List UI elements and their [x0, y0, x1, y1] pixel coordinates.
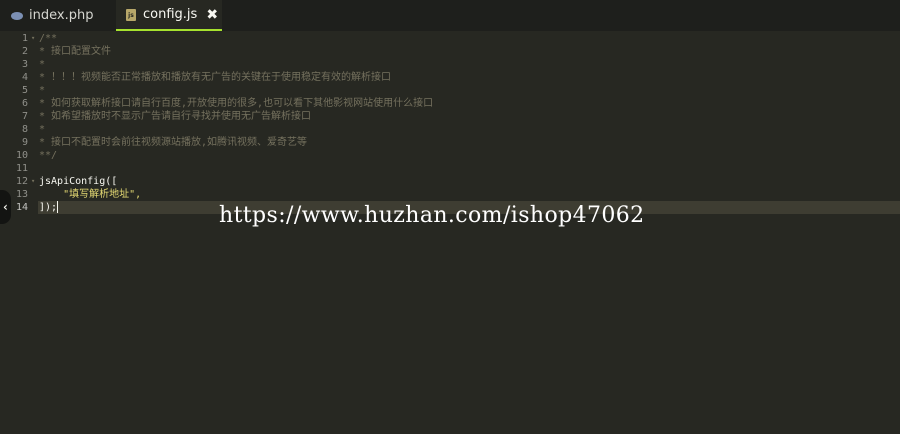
code-line: * ！！！视频能否正常播放和播放有无广告的关键在于使用稳定有效的解析接口	[39, 71, 391, 84]
code-line-text: ]);	[39, 202, 58, 213]
code-line: * 如何获取解析接口请自行百度,开放使用的很多,也可以看下其他影视网站使用什么接…	[39, 97, 433, 110]
code-line: jsApiConfig([	[39, 175, 117, 188]
line-number: 12	[15, 176, 28, 187]
tab-label: index.php	[29, 8, 94, 23]
fold-arrow-icon[interactable]: ▾	[31, 175, 35, 188]
code-line: "填写解析地址",	[39, 188, 141, 201]
line-number: 11	[15, 163, 28, 174]
line-number: 2	[21, 46, 28, 57]
code-line: *	[39, 58, 45, 71]
php-file-icon	[11, 11, 23, 20]
line-number: 3	[21, 59, 28, 70]
close-icon[interactable]: ✖	[206, 7, 218, 23]
js-file-icon: js	[126, 8, 136, 21]
code-line-text: * 如希望播放时不显示广告请自行寻找并使用无广告解析接口	[39, 111, 312, 122]
code-editor: index.php js config.js ✖ 1 ▾ 2 3 4 5 6 7 8 9 10 11 1…	[0, 0, 900, 434]
tab-label: config.js	[143, 7, 198, 22]
code-line-text: **/	[39, 150, 58, 161]
line-number-gutter: 1 ▾ 2 3 4 5 6 7 8 9 10 11 12 ▾ 13 14	[0, 31, 38, 434]
code-line: * 接口配置文件	[39, 45, 111, 58]
tab-bar: index.php js config.js ✖	[0, 0, 900, 31]
line-number: 6	[21, 98, 28, 109]
tab-index-php[interactable]: index.php	[0, 0, 116, 31]
watermark-url: https://www.huzhan.com/ishop47062	[219, 203, 645, 228]
code-line-text: "填写解析地址",	[39, 189, 142, 200]
line-number: 9	[21, 137, 28, 148]
text-caret	[57, 201, 59, 213]
code-line-text: *	[39, 85, 46, 96]
sidebar-collapse-handle[interactable]: ‹	[0, 190, 11, 224]
code-line-text: * ！！！视频能否正常播放和播放有无广告的关键在于使用稳定有效的解析接口	[39, 72, 392, 83]
code-line-text: * 接口不配置时会前往视频源站播放,如腾讯视频、爱奇艺等	[39, 137, 308, 148]
line-number: 8	[21, 124, 28, 135]
line-number: 5	[21, 85, 28, 96]
line-number: 10	[15, 150, 28, 161]
code-line: *	[39, 84, 45, 97]
code-line-text: * 接口配置文件	[39, 46, 112, 57]
line-number: 1	[21, 33, 28, 44]
tab-config-js[interactable]: js config.js ✖	[116, 0, 222, 31]
code-line-text: /**	[39, 33, 58, 44]
code-line: * 接口不配置时会前往视频源站播放,如腾讯视频、爱奇艺等	[39, 136, 307, 149]
code-line: /**	[39, 32, 57, 45]
code-line-text: *	[39, 124, 46, 135]
code-line: * 如希望播放时不显示广告请自行寻找并使用无广告解析接口	[39, 110, 311, 123]
code-area[interactable]: /** * 接口配置文件 * * ！！！视频能否正常播放和播放有无广告的关键在于使用稳…	[39, 31, 900, 434]
line-number: 7	[21, 111, 28, 122]
fold-arrow-icon[interactable]: ▾	[31, 32, 35, 45]
code-line-text: * 如何获取解析接口请自行百度,开放使用的很多,也可以看下其他影视网站使用什么接…	[39, 98, 434, 109]
code-line-text: *	[39, 59, 46, 70]
line-number: 4	[21, 72, 28, 83]
code-line: ]);	[39, 201, 59, 214]
code-line: *	[39, 123, 45, 136]
code-line-text: jsApiConfig([	[39, 176, 118, 187]
code-line: **/	[39, 149, 57, 162]
